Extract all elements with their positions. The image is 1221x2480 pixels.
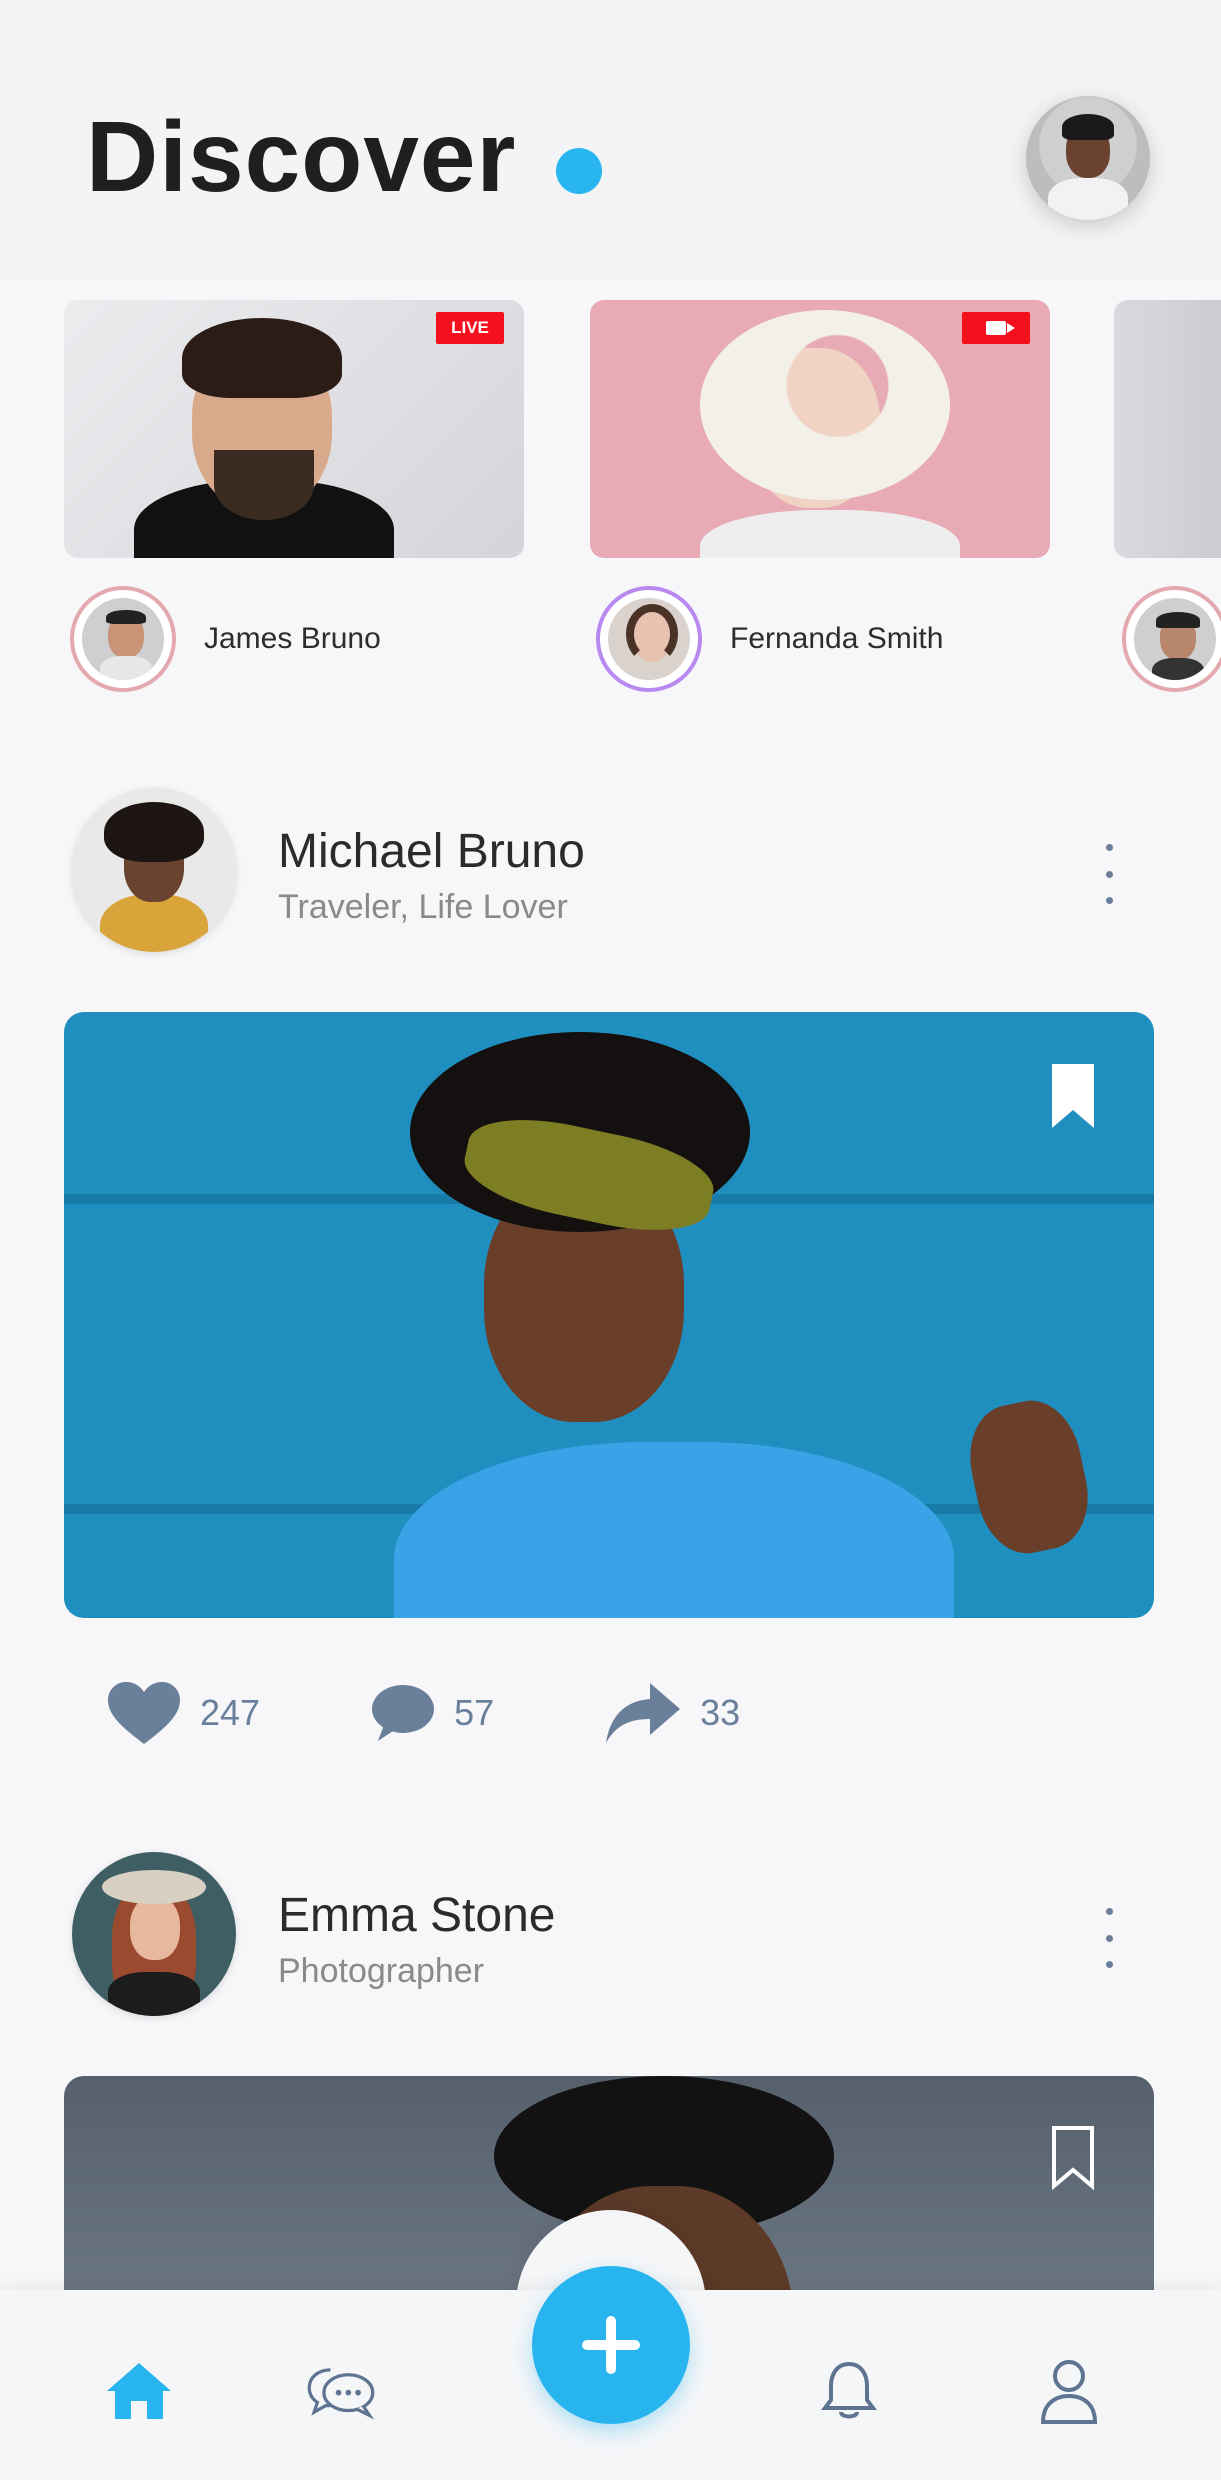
status-dot [556, 148, 602, 194]
profile-avatar[interactable] [1026, 96, 1150, 220]
story-user[interactable]: Fernanda Smith [596, 586, 943, 692]
more-options-icon[interactable] [1100, 844, 1118, 904]
profile-icon [1040, 2360, 1098, 2424]
post-author-subtitle: Photographer [278, 1952, 485, 1990]
live-badge: LIVE [436, 312, 504, 344]
post-author-avatar[interactable] [72, 1852, 236, 2016]
post-actions: 247 57 33 [106, 1680, 850, 1746]
more-options-icon[interactable] [1100, 1908, 1118, 1968]
nav-home[interactable] [104, 2356, 174, 2426]
share-button[interactable]: 33 [604, 1681, 740, 1745]
video-badge [962, 312, 1030, 344]
bell-icon [821, 2361, 877, 2419]
post-image[interactable] [64, 1012, 1154, 1618]
add-icon [582, 2316, 640, 2374]
share-icon [606, 1683, 681, 1743]
comment-count: 57 [454, 1692, 495, 1733]
nav-profile[interactable] [1034, 2356, 1104, 2426]
comment-icon [372, 1685, 435, 1741]
story-user-name: Fernanda Smith [730, 622, 944, 655]
story-avatar[interactable] [596, 586, 702, 692]
chat-icon [307, 2368, 375, 2420]
story-card[interactable] [1114, 300, 1221, 558]
video-camera-icon [986, 321, 1015, 335]
post-author-avatar[interactable] [72, 788, 236, 952]
story-user[interactable] [1122, 586, 1221, 692]
story-avatar[interactable] [70, 586, 176, 692]
story-avatar[interactable] [1122, 586, 1221, 692]
post-author-name[interactable]: Michael Bruno [278, 824, 585, 879]
like-count: 247 [200, 1692, 261, 1733]
post-author-name[interactable]: Emma Stone [278, 1888, 555, 1943]
nav-messages[interactable] [306, 2356, 376, 2426]
home-icon [107, 2363, 171, 2419]
share-count: 33 [700, 1692, 741, 1733]
post-header: Emma Stone Photographer [0, 1852, 1221, 2032]
story-user-name: James Bruno [204, 622, 381, 655]
comment-button[interactable]: 57 [370, 1683, 494, 1743]
bookmark-icon[interactable] [1050, 1062, 1096, 1130]
heart-icon [108, 1682, 180, 1744]
nav-notifications[interactable] [814, 2356, 884, 2426]
stories-strip[interactable]: LIVE James Bruno Fernanda Smith [0, 300, 1221, 700]
page-title: Discover [86, 101, 517, 213]
bookmark-icon[interactable] [1050, 2124, 1096, 2192]
add-post-button[interactable] [532, 2266, 690, 2424]
story-card[interactable] [590, 300, 1050, 558]
post-author-subtitle: Traveler, Life Lover [278, 888, 568, 926]
post-header: Michael Bruno Traveler, Life Lover [0, 788, 1221, 968]
like-button[interactable]: 247 [106, 1680, 260, 1746]
header: Discover [0, 0, 1221, 280]
story-user[interactable]: James Bruno [70, 586, 381, 692]
story-card[interactable]: LIVE [64, 300, 524, 558]
